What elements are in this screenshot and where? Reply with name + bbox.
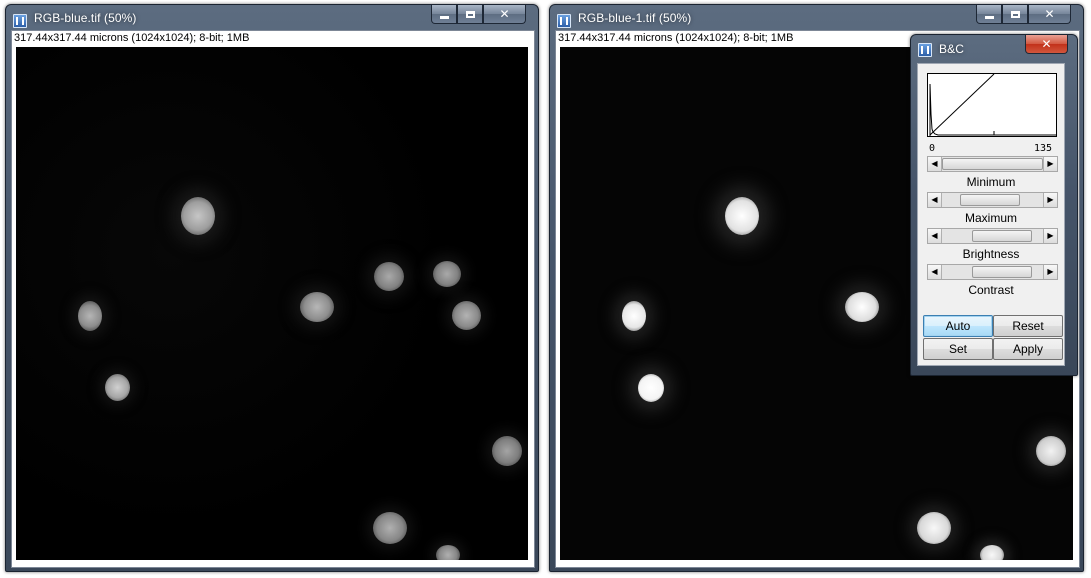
imagej-app-icon	[918, 43, 932, 57]
cell-nucleus	[374, 262, 404, 291]
scroll-left-icon[interactable]: ◀	[928, 157, 942, 171]
cell-nucleus	[181, 197, 215, 235]
scroll-left-icon[interactable]: ◀	[928, 265, 942, 279]
set-button[interactable]: Set	[923, 338, 993, 360]
cell-nucleus	[452, 301, 481, 330]
contrast-label: Contrast	[968, 283, 1014, 297]
scroll-left-icon[interactable]: ◀	[928, 193, 942, 207]
minimize-button[interactable]	[431, 5, 457, 24]
cell-nucleus	[433, 261, 461, 287]
image-window-1: RGB-blue.tif (50%) ✕ 317.44x317.44 micro…	[5, 4, 539, 572]
brightness-slider[interactable]: ◀ ▶	[927, 228, 1058, 244]
scroll-right-icon[interactable]: ▶	[1043, 193, 1057, 207]
dialog-title: B&C	[939, 42, 964, 56]
cell-nucleus	[622, 301, 646, 331]
histogram-min-label: 0	[929, 143, 936, 154]
maximize-icon	[465, 10, 475, 18]
cell-nucleus	[917, 512, 951, 544]
maximize-button[interactable]	[1002, 5, 1028, 24]
cell-nucleus	[300, 292, 334, 322]
close-icon: ✕	[1041, 37, 1052, 51]
cell-nucleus	[105, 374, 130, 401]
cell-nucleus	[845, 292, 879, 322]
apply-button[interactable]: Apply	[993, 338, 1063, 360]
brightness-label: Brightness	[962, 247, 1020, 261]
maximize-button[interactable]	[457, 5, 483, 24]
scroll-right-icon[interactable]: ▶	[1043, 265, 1057, 279]
close-icon: ✕	[1044, 7, 1055, 21]
brightness-contrast-dialog: B&C ✕ 0 135 ◀ ▶ Minimum ◀ ▶ Maximum ◀ ▶ …	[910, 34, 1078, 376]
dialog-body: 0 135 ◀ ▶ Minimum ◀ ▶ Maximum ◀ ▶ Bright…	[917, 63, 1065, 366]
maximum-slider[interactable]: ◀ ▶	[927, 192, 1058, 208]
reset-button[interactable]: Reset	[993, 315, 1063, 337]
minimize-button[interactable]	[976, 5, 1002, 24]
imagej-app-icon	[13, 14, 27, 28]
dialog-controls: ✕	[1025, 35, 1068, 55]
cell-nucleus	[725, 197, 759, 235]
scroll-right-icon[interactable]: ▶	[1043, 229, 1057, 243]
cell-nucleus	[980, 545, 1004, 560]
histogram-graphic	[929, 73, 1056, 136]
maximum-label: Maximum	[964, 211, 1017, 225]
cell-nucleus	[492, 436, 522, 466]
imagej-app-icon	[557, 14, 571, 28]
slider-thumb[interactable]	[942, 158, 1043, 170]
minimize-icon	[984, 15, 994, 19]
histogram-bars	[929, 83, 1056, 136]
slider-thumb[interactable]	[960, 194, 1021, 206]
image-canvas[interactable]	[16, 47, 528, 560]
close-button[interactable]: ✕	[483, 5, 526, 24]
auto-button[interactable]: Auto	[923, 315, 993, 337]
close-button[interactable]: ✕	[1025, 35, 1068, 54]
scroll-right-icon[interactable]: ▶	[1043, 157, 1057, 171]
image-info-text: 317.44x317.44 microns (1024x1024); 8-bit…	[558, 32, 794, 44]
minimize-icon	[439, 15, 449, 19]
window-controls: ✕	[431, 5, 526, 25]
window-title: RGB-blue-1.tif (50%)	[578, 11, 692, 25]
slider-thumb[interactable]	[972, 230, 1033, 242]
maximize-icon	[1010, 10, 1020, 18]
window-title: RGB-blue.tif (50%)	[34, 11, 137, 25]
image-info-text: 317.44x317.44 microns (1024x1024); 8-bit…	[14, 32, 250, 44]
scroll-left-icon[interactable]: ◀	[928, 229, 942, 243]
cell-nucleus	[373, 512, 407, 544]
histogram-max-label: 135	[1034, 143, 1053, 154]
minimum-slider[interactable]: ◀ ▶	[927, 156, 1058, 172]
close-icon: ✕	[499, 7, 510, 21]
image-panel: 317.44x317.44 microns (1024x1024); 8-bit…	[11, 30, 535, 568]
contrast-slider[interactable]: ◀ ▶	[927, 264, 1058, 280]
histogram-plot	[927, 73, 1057, 137]
display-range-line	[929, 73, 995, 136]
cell-nucleus	[436, 545, 460, 560]
cell-nucleus	[1036, 436, 1066, 466]
cell-nucleus	[638, 374, 664, 402]
minimum-label: Minimum	[966, 175, 1016, 189]
slider-thumb[interactable]	[972, 266, 1033, 278]
window-controls: ✕	[976, 5, 1071, 25]
close-button[interactable]: ✕	[1028, 5, 1071, 24]
cell-nucleus	[78, 301, 102, 331]
